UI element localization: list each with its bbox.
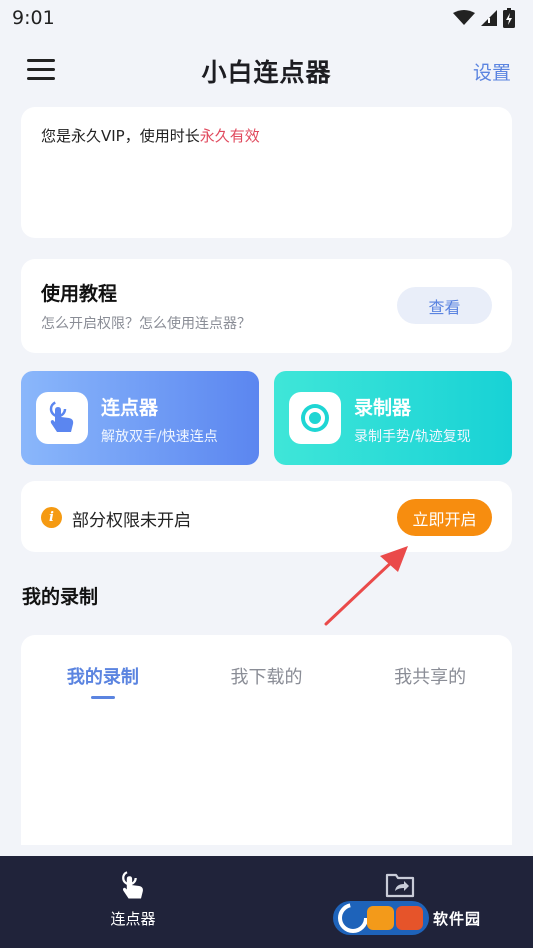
menu-icon[interactable] [27,59,55,81]
info-icon: i [41,507,62,528]
tab-label: 我的录制 [66,667,139,688]
vip-card: 您是永久VIP，使用时长永久有效 [21,107,512,238]
status-icons [453,8,515,28]
tutorial-title: 使用教程 [41,283,118,305]
clicker-subtitle: 解放双手/快速连点 [101,429,218,445]
recorder-title: 录制器 [354,397,412,419]
recorder-feature-card[interactable]: 录制器 录制手势/轨迹复现 [274,371,512,465]
bottom-nav: 连点器 [0,856,533,948]
vip-status-text: 您是永久VIP，使用时长 [41,127,200,145]
status-bar: 9:01 [0,0,533,36]
clicker-title: 连点器 [101,397,159,419]
permission-card: i 部分权限未开启 立即开启 [21,481,512,552]
clicker-icon-box [36,392,88,444]
tutorial-card: 使用教程 怎么开启权限？怎么使用连点器？ 查看 [21,259,512,353]
status-time: 9:01 [12,7,55,29]
permission-text: 部分权限未开启 [72,511,191,531]
tab-my-recordings[interactable]: 我的录制 [21,663,185,699]
nav-label: 连点器 [110,910,156,928]
nav-item-clicker[interactable]: 连点器 [78,870,188,929]
battery-icon [503,8,515,28]
page-title: 小白连点器 [201,58,332,87]
wifi-icon [453,10,475,25]
signal-icon [481,10,497,26]
enable-permission-button[interactable]: 立即开启 [397,499,492,536]
tap-hand-icon [122,870,143,899]
settings-button[interactable]: 设置 [473,58,511,85]
tab-my-downloads[interactable]: 我下载的 [185,663,349,689]
recorder-subtitle: 录制手势/轨迹复现 [354,429,471,445]
recordings-tabs: 我的录制 我下载的 我共享的 [21,663,512,699]
recorder-icon-box [289,392,341,444]
tab-label: 我下载的 [230,667,303,688]
tutorial-subtitle: 怎么开启权限？怎么使用连点器？ [41,316,251,332]
pointer-arrow-icon [324,546,408,626]
tap-hand-icon [49,400,74,432]
record-icon [301,404,329,432]
tab-my-shared[interactable]: 我共享的 [348,663,512,689]
vip-duration-highlight: 永久有效 [199,127,260,145]
recordings-card: 我的录制 我下载的 我共享的 [21,635,512,845]
nav-item-share[interactable] [345,870,455,898]
view-tutorial-button[interactable]: 查看 [397,287,492,324]
app-header: 小白连点器 设置 [0,40,533,102]
share-folder-icon [385,873,415,898]
clicker-feature-card[interactable]: 连点器 解放双手/快速连点 [21,371,259,465]
my-recordings-heading: 我的录制 [22,586,99,608]
active-tab-indicator [90,696,115,699]
tab-label: 我共享的 [394,667,467,688]
